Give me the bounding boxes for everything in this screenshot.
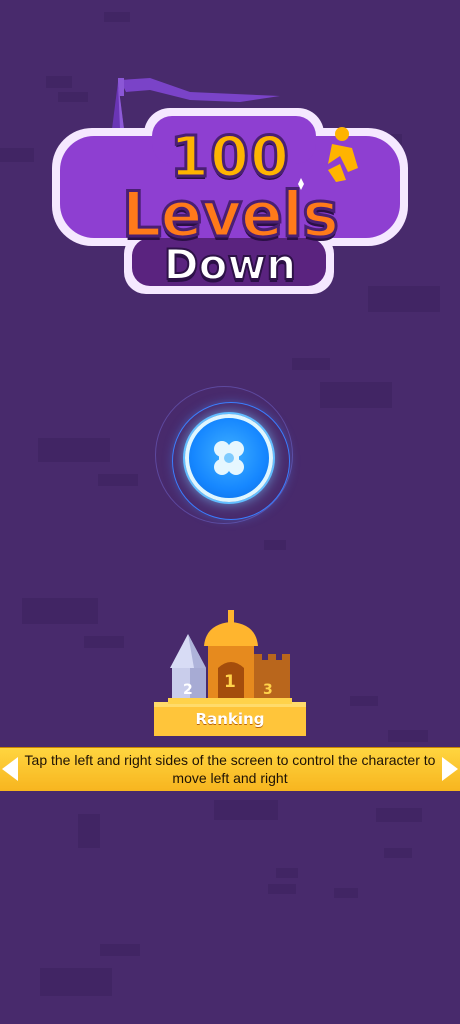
rank-1-label: 1 — [224, 672, 236, 692]
play-button[interactable] — [185, 414, 273, 502]
ranking-label: Ranking — [195, 710, 265, 728]
logo-down-text: Down — [163, 240, 297, 289]
control-hint-text: Tap the left and right sides of the scre… — [24, 752, 436, 786]
clover-icon — [214, 441, 244, 475]
logo-levels-text: Levels — [120, 178, 340, 251]
arrow-left-icon — [2, 757, 18, 781]
arrow-right-icon — [442, 757, 458, 781]
game-logo: 100 Levels Down — [40, 72, 420, 304]
rank-3-label: 3 — [263, 682, 273, 698]
rank-2-label: 2 — [183, 682, 193, 698]
ranking-button[interactable]: 2 1 3 Ranking — [150, 602, 310, 738]
control-hint-banner: Tap the left and right sides of the scre… — [0, 747, 460, 791]
